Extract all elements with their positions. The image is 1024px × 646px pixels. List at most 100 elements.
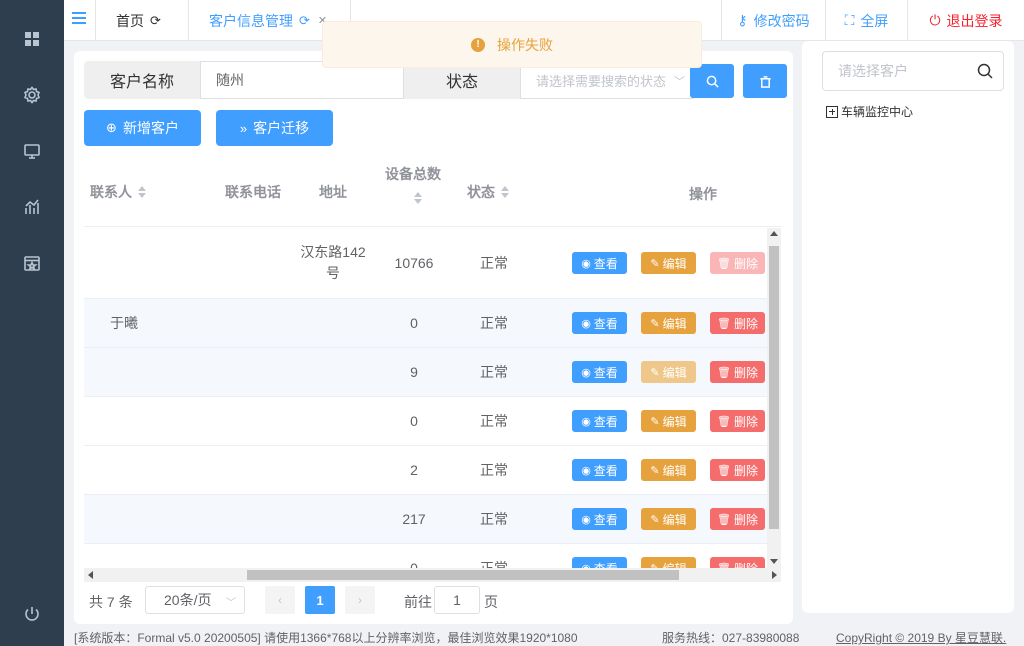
col-phone: 联系电话 <box>225 184 281 200</box>
view-button[interactable]: ◉查看 <box>572 557 627 568</box>
delete-label: 删除 <box>733 256 758 271</box>
col-device-total[interactable]: 设备总数 <box>385 164 441 184</box>
delete-button[interactable]: 🗑删除 <box>710 312 765 334</box>
col-address: 地址 <box>319 184 347 200</box>
pencil-icon: ✎ <box>650 513 660 526</box>
power-icon[interactable] <box>22 604 42 624</box>
cell-device-total: 2 <box>410 462 418 478</box>
delete-button[interactable]: 🗑删除 <box>710 459 765 481</box>
footer: [系统版本：Formal v5.0 20200505] 请使用1366*768以… <box>64 626 1024 646</box>
page-size-select[interactable]: 20条/页 ﹀ <box>145 586 245 614</box>
sort-icon[interactable] <box>138 186 146 198</box>
view-label: 查看 <box>593 463 618 478</box>
delete-button[interactable]: 🗑删除 <box>710 252 765 274</box>
view-button[interactable]: ◉查看 <box>572 312 627 334</box>
pagination: 共 7 条 20条/页 ﹀ ‹ 1 › 前往 1 页 <box>89 586 779 614</box>
expand-icon[interactable] <box>826 105 838 118</box>
col-status[interactable]: 状态 <box>467 182 509 202</box>
chart-icon[interactable] <box>22 197 42 217</box>
plus-circle-icon: ⊕ <box>106 120 117 135</box>
view-button[interactable]: ◉查看 <box>572 410 627 432</box>
edit-button[interactable]: ✎编辑 <box>641 557 696 568</box>
add-customer-button[interactable]: ⊕ 新增客户 <box>84 110 201 146</box>
cell-contact: 于曦 <box>110 315 138 331</box>
clear-button[interactable] <box>743 64 787 98</box>
cell-contact <box>84 446 204 494</box>
scroll-left-icon[interactable] <box>88 571 93 579</box>
tree-node-label: 车辆监控中心 <box>841 105 914 119</box>
menu-toggle-icon[interactable] <box>72 12 86 26</box>
scroll-right-icon[interactable] <box>772 571 777 579</box>
trash-icon: 🗑 <box>717 257 731 270</box>
change-password-button[interactable]: ⚷ 修改密码 <box>721 0 825 41</box>
edit-button[interactable]: ✎编辑 <box>641 508 696 530</box>
gear-icon[interactable] <box>22 85 42 105</box>
view-button[interactable]: ◉查看 <box>572 361 627 383</box>
delete-label: 删除 <box>733 463 758 478</box>
logout-button[interactable]: ⏻ 退出登录 <box>907 0 1024 41</box>
eye-icon: ◉ <box>581 366 591 379</box>
delete-button[interactable]: 🗑删除 <box>710 557 765 568</box>
cell-address <box>299 299 367 347</box>
eye-icon: ◉ <box>581 464 591 477</box>
prev-page-button[interactable]: ‹ <box>265 586 295 614</box>
cell-device-total: 0 <box>410 315 418 331</box>
chevron-down-icon: ﹀ <box>674 76 685 88</box>
monitor-icon[interactable] <box>22 141 42 161</box>
customer-search-input[interactable]: 请选择客户 <box>822 51 1004 91</box>
customer-tree-panel: 请选择客户 车辆监控中心 <box>802 41 1014 613</box>
delete-button[interactable]: 🗑删除 <box>710 508 765 530</box>
edit-button[interactable]: ✎编辑 <box>641 361 696 383</box>
footer-hotline: 服务热线：027-83980088 <box>662 631 800 645</box>
edit-button[interactable]: ✎编辑 <box>641 252 696 274</box>
cell-address <box>299 446 367 494</box>
calendar-star-icon[interactable] <box>22 253 42 273</box>
horizontal-scrollbar[interactable] <box>84 568 781 582</box>
view-button[interactable]: ◉查看 <box>572 508 627 530</box>
pencil-icon: ✎ <box>650 415 660 428</box>
edit-label: 编辑 <box>663 560 687 569</box>
customer-name-label: 客户名称 <box>84 61 200 99</box>
cell-device-total: 217 <box>402 511 426 527</box>
toast-message: 操作失败 <box>497 36 553 53</box>
scroll-up-icon[interactable] <box>770 231 778 236</box>
vertical-scroll-thumb[interactable] <box>769 246 779 529</box>
refresh-icon[interactable]: ⟳ <box>299 13 310 29</box>
view-button[interactable]: ◉查看 <box>572 252 627 274</box>
horizontal-scroll-thumb[interactable] <box>247 570 679 580</box>
col-actions: 操作 <box>689 186 717 202</box>
refresh-icon[interactable]: ⟳ <box>150 13 161 29</box>
edit-button[interactable]: ✎编辑 <box>641 410 696 432</box>
col-contact[interactable]: 联系人 <box>90 182 146 202</box>
sort-icon[interactable] <box>414 192 422 204</box>
edit-button[interactable]: ✎编辑 <box>641 459 696 481</box>
eye-icon: ◉ <box>581 317 591 330</box>
goto-page-input[interactable]: 1 <box>434 586 480 614</box>
dashboard-icon[interactable] <box>22 29 42 49</box>
search-icon[interactable] <box>977 63 993 79</box>
edit-button[interactable]: ✎编辑 <box>641 312 696 334</box>
chevron-left-icon: ‹ <box>278 593 282 607</box>
tab-home[interactable]: 首页 ⟳ <box>95 0 188 41</box>
cell-status: 正常 <box>480 315 508 331</box>
view-button[interactable]: ◉查看 <box>572 459 627 481</box>
left-sidebar <box>0 0 64 646</box>
delete-button[interactable]: 🗑删除 <box>710 410 765 432</box>
fullscreen-button[interactable]: ⛶ 全屏 <box>825 0 907 41</box>
sort-icon[interactable] <box>501 186 509 198</box>
footer-copyright[interactable]: CopyRight © 2019 By 星豆慧联. <box>836 629 1006 646</box>
search-button[interactable] <box>690 64 734 98</box>
next-page-button[interactable]: › <box>345 586 375 614</box>
scroll-down-icon[interactable] <box>770 559 778 564</box>
migrate-customer-button[interactable]: » 客户迁移 <box>216 110 333 146</box>
delete-button[interactable]: 🗑删除 <box>710 361 765 383</box>
delete-label: 删除 <box>733 316 758 331</box>
vertical-scrollbar[interactable] <box>767 228 781 568</box>
table-row: 0 正常 ◉查看 ✎编辑 🗑删除 <box>84 397 767 446</box>
table-header: 联系人 联系电话 地址 设备总数 状态 操作 <box>84 156 781 227</box>
view-label: 查看 <box>593 256 618 271</box>
tree-node[interactable]: 车辆监控中心 <box>826 103 913 120</box>
cell-address <box>299 544 367 568</box>
page-number-current[interactable]: 1 <box>305 586 335 614</box>
edit-label: 编辑 <box>662 365 687 380</box>
